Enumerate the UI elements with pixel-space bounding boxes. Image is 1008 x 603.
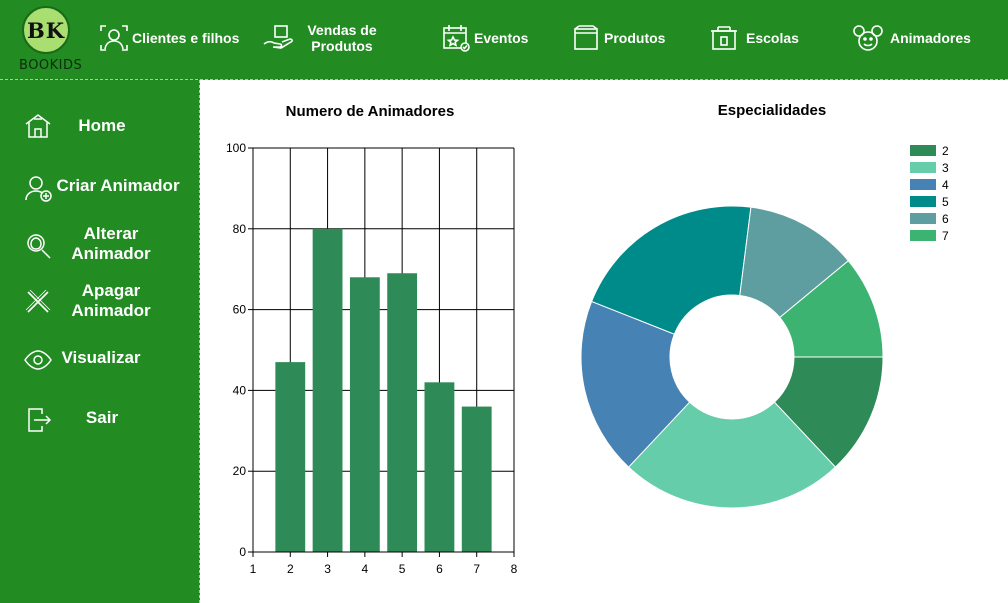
legend-item: 3 [910,159,949,176]
sidebar-item-criar-animador[interactable]: Criar Animador [0,168,198,208]
nav-label: Produtos [604,30,666,46]
nav-label: Eventos [474,30,529,46]
y-tick-label: 20 [233,464,247,478]
pie-chart-title: Especialidades [717,102,827,119]
home-icon [22,110,54,142]
sidebar-item-visualizar[interactable]: Visualizar [0,342,198,382]
nav-clientes-e-filhos[interactable]: Clientes e filhos [98,18,239,58]
legend-label: 3 [942,160,949,175]
legend-label: 6 [942,211,949,226]
y-tick-label: 80 [233,222,247,236]
sidebar-item-apagar-animador[interactable]: Apagar Animador [0,280,198,324]
nav-label: Clientes e filhos [132,30,240,46]
x-tick-label: 6 [436,562,443,576]
legend-item: 7 [910,227,949,244]
bar [312,228,343,553]
x-tick-label: 2 [287,562,294,576]
sidebar-item-label: Alterar Animador [71,224,151,263]
legend-label: 4 [942,177,949,192]
logo: BK [22,6,70,54]
legend-label: 5 [942,194,949,209]
legend-item: 5 [910,193,949,210]
sidebar: Home Criar Animador Alterar Animador Apa… [0,80,200,603]
hand-box-icon [262,22,294,54]
eye-icon [22,344,54,376]
nav-eventos[interactable]: Eventos [440,18,528,58]
pie-chart [580,205,884,509]
logo-initials: BK [26,17,65,43]
bar [387,273,418,552]
sidebar-item-label: Visualizar [61,348,141,367]
legend-item: 2 [910,142,949,159]
legend-item: 6 [910,210,949,227]
y-tick-label: 0 [239,545,246,559]
bar [424,382,455,552]
x-tick-label: 4 [362,562,369,576]
sidebar-item-label: Home [78,116,126,135]
legend-item: 4 [910,176,949,193]
sidebar-item-label: Apagar Animador [71,281,151,320]
legend-swatch [910,196,936,207]
sidebar-item-label: Sair [85,408,119,427]
y-tick-label: 100 [226,141,246,155]
logo-text: BOOKIDS [19,58,83,73]
legend-label: 2 [942,143,949,158]
bar [461,406,492,552]
y-tick-label: 60 [233,303,247,317]
school-icon [708,22,740,54]
product-box-icon [570,22,602,54]
legend-swatch [910,230,936,241]
y-tick-label: 40 [233,383,247,397]
bar [349,277,380,552]
legend-swatch [910,162,936,173]
nav-escolas[interactable]: Escolas [708,18,799,58]
x-tick-label: 8 [511,562,518,576]
nav-label: Escolas [746,30,799,46]
legend-swatch [910,179,936,190]
nav-label: Animadores [890,30,971,46]
x-tick-label: 1 [250,562,257,576]
bar-chart: 0 20 40 60 80 100 1 2 3 4 5 6 7 8 [226,141,518,576]
x-tick-label: 3 [324,562,331,576]
nav-animadores[interactable]: Animadores [852,18,971,58]
nav-vendas-de-produtos[interactable]: Vendas de Produtos [262,18,388,58]
legend-swatch [910,145,936,156]
close-x-icon [22,286,54,318]
x-tick-label: 5 [399,562,406,576]
sidebar-item-sair[interactable]: Sair [0,402,198,442]
exit-door-icon [22,404,54,436]
x-tick-label: 7 [473,562,480,576]
top-navigation-bar: BK BOOKIDS Clientes e filhos Vendas de P… [0,0,1008,80]
legend-swatch [910,213,936,224]
mickey-icon [852,22,884,54]
sidebar-item-alterar-animador[interactable]: Alterar Animador [0,222,198,266]
calendar-icon [440,22,472,54]
client-scan-icon [98,22,130,54]
search-user-icon [22,230,54,262]
add-user-icon [22,172,54,204]
nav-label: Vendas de Produtos [307,22,377,54]
sidebar-item-home[interactable]: Home [0,108,198,148]
sidebar-item-label: Criar Animador [56,176,180,195]
nav-produtos[interactable]: Produtos [570,18,665,58]
pie-legend: 2 3 4 5 6 7 [910,142,949,244]
legend-label: 7 [942,228,949,243]
bar [275,362,306,552]
